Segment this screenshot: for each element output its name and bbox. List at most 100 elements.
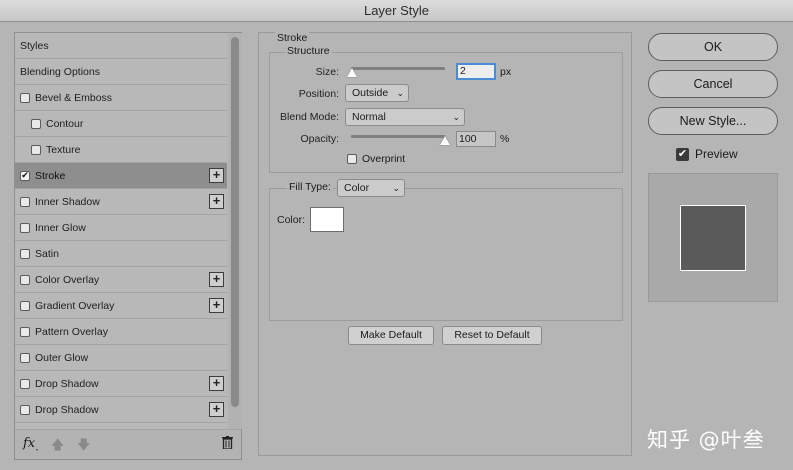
style-checkbox[interactable]: [20, 274, 30, 285]
add-effect-icon[interactable]: +: [209, 298, 224, 313]
style-item[interactable]: Bevel & Emboss: [15, 85, 227, 111]
preview-thumbnail: [648, 173, 778, 302]
styles-list: Styles Blending Options Bevel & Emboss Cont…: [14, 32, 242, 460]
opacity-label: Opacity:: [300, 133, 339, 145]
reset-to-default-button[interactable]: Reset to Default: [442, 326, 542, 345]
blend-mode-label: Blend Mode:: [280, 111, 339, 123]
style-checkbox[interactable]: [20, 352, 30, 363]
style-item-label: Color Overlay: [35, 273, 100, 286]
style-item-label: Blending Options: [20, 65, 100, 78]
opacity-slider[interactable]: [351, 135, 445, 138]
position-label: Position:: [298, 88, 339, 100]
opacity-unit: %: [500, 133, 510, 145]
fx-suffix: .: [35, 440, 39, 454]
color-swatch[interactable]: [310, 207, 344, 232]
style-item-label: Outer Glow: [35, 351, 89, 364]
size-label: Size:: [315, 66, 339, 78]
style-item[interactable]: ✔ Stroke +: [15, 163, 227, 189]
blend-mode-value: Normal: [352, 111, 386, 123]
size-slider-thumb[interactable]: [346, 68, 357, 77]
trash-icon[interactable]: [222, 436, 233, 452]
style-item-label: Contour: [46, 117, 84, 130]
style-checkbox[interactable]: [20, 222, 30, 233]
overprint-checkbox[interactable]: [347, 154, 357, 164]
style-checkbox[interactable]: [20, 378, 30, 389]
style-item[interactable]: Pattern Overlay: [15, 319, 227, 345]
opacity-slider-thumb[interactable]: [440, 136, 450, 145]
style-item-label: Stroke: [35, 169, 66, 182]
styles-list-footer: fx. 🡅 🡇: [15, 429, 241, 459]
fx-label: fx: [23, 436, 36, 451]
position-value: Outside: [352, 87, 389, 99]
move-down-icon[interactable]: 🡇: [77, 436, 90, 458]
style-checkbox[interactable]: [20, 196, 30, 207]
style-item[interactable]: Texture: [15, 137, 227, 163]
preview-option[interactable]: ✔ Preview: [676, 147, 738, 161]
chevron-down-icon: ⌄: [452, 112, 460, 122]
stroke-section-title: Stroke: [275, 32, 310, 44]
style-item-label: Inner Glow: [35, 221, 86, 234]
window-title: Layer Style: [0, 0, 793, 22]
size-input[interactable]: 2: [456, 63, 496, 80]
add-effect-icon[interactable]: +: [209, 376, 224, 391]
style-checkbox[interactable]: [20, 326, 30, 337]
style-item[interactable]: Inner Shadow +: [15, 189, 227, 215]
new-style-button[interactable]: New Style...: [648, 107, 778, 135]
blend-mode-select[interactable]: Normal ⌄: [345, 108, 465, 126]
style-checkbox[interactable]: [20, 300, 30, 311]
style-item[interactable]: Styles: [15, 33, 227, 59]
stroke-panel: Stroke Structure Size: 2 px Position: Ou…: [258, 32, 632, 456]
styles-scrollbar-thumb[interactable]: [231, 37, 239, 407]
fx-button[interactable]: fx.: [23, 436, 39, 454]
structure-title: Structure: [285, 45, 332, 57]
chevron-down-icon: ⌄: [392, 183, 400, 193]
style-checkbox[interactable]: [20, 248, 30, 259]
style-item[interactable]: Inner Glow: [15, 215, 227, 241]
size-slider[interactable]: [351, 67, 445, 70]
style-checkbox[interactable]: [31, 118, 41, 129]
style-item[interactable]: Color Overlay +: [15, 267, 227, 293]
preview-swatch: [680, 205, 746, 271]
preview-checkbox[interactable]: ✔: [676, 147, 689, 161]
add-effect-icon[interactable]: +: [209, 168, 224, 183]
move-up-icon[interactable]: 🡅: [51, 436, 64, 458]
add-effect-icon[interactable]: +: [209, 402, 224, 417]
style-checkbox[interactable]: ✔: [20, 170, 30, 181]
style-item[interactable]: Gradient Overlay +: [15, 293, 227, 319]
style-item[interactable]: Drop Shadow +: [15, 371, 227, 397]
fill-type-value: Color: [344, 182, 370, 194]
style-item[interactable]: Blending Options: [15, 59, 227, 85]
preview-label: Preview: [695, 147, 738, 161]
fill-type-select[interactable]: Color ⌄: [337, 179, 405, 197]
style-item-label: Drop Shadow: [35, 403, 99, 416]
make-default-button[interactable]: Make Default: [348, 326, 434, 345]
size-unit: px: [500, 66, 512, 78]
ok-button[interactable]: OK: [648, 33, 778, 61]
opacity-input[interactable]: 100: [456, 131, 496, 147]
fill-type-label: Fill Type:: [287, 181, 333, 193]
style-item[interactable]: Drop Shadow +: [15, 397, 227, 423]
styles-list-rows: Styles Blending Options Bevel & Emboss Cont…: [15, 33, 227, 423]
style-checkbox[interactable]: [31, 144, 41, 155]
style-item-label: Drop Shadow: [35, 377, 99, 390]
add-effect-icon[interactable]: +: [209, 194, 224, 209]
style-item-label: Satin: [35, 247, 59, 260]
style-checkbox[interactable]: [20, 92, 30, 103]
watermark: 知乎 @叶叁: [647, 428, 765, 452]
position-select[interactable]: Outside ⌄: [345, 84, 409, 102]
style-item-label: Pattern Overlay: [35, 325, 108, 338]
style-checkbox[interactable]: [20, 404, 30, 415]
style-item[interactable]: Contour: [15, 111, 227, 137]
style-item[interactable]: Satin: [15, 241, 227, 267]
style-item-label: Gradient Overlay: [35, 299, 115, 312]
style-item-label: Styles: [20, 39, 49, 52]
add-effect-icon[interactable]: +: [209, 272, 224, 287]
style-item-label: Texture: [46, 143, 81, 156]
style-item[interactable]: Outer Glow: [15, 345, 227, 371]
color-label: Color:: [277, 214, 306, 226]
overprint-option[interactable]: Overprint: [347, 153, 405, 165]
style-item-label: Inner Shadow: [35, 195, 100, 208]
chevron-down-icon: ⌄: [396, 88, 404, 98]
styles-scrollbar[interactable]: [228, 33, 242, 429]
cancel-button[interactable]: Cancel: [648, 70, 778, 98]
